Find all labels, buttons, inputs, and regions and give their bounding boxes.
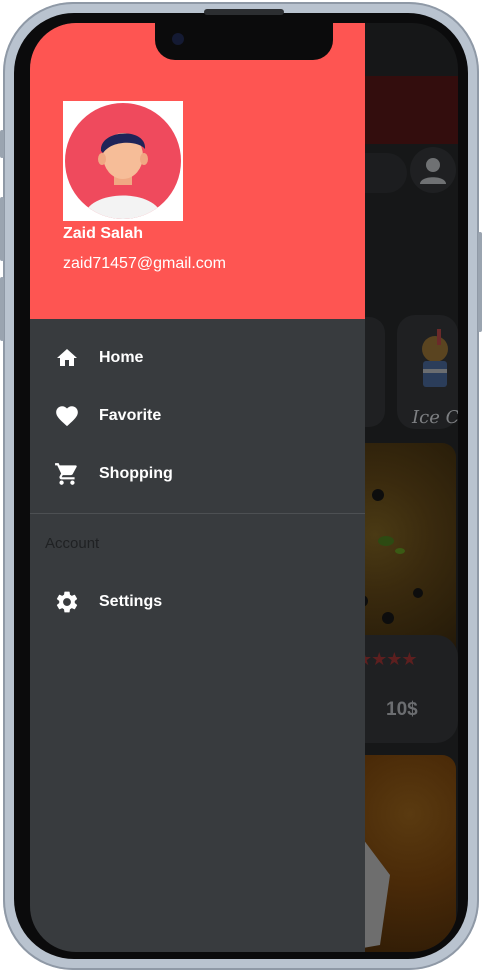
profile-button[interactable] xyxy=(410,147,456,193)
avatar-illustration xyxy=(65,103,181,219)
price-label: 10$ xyxy=(386,699,418,720)
navigation-drawer: Zaid Salah zaid71457@gmail.com Home Favo… xyxy=(30,23,365,952)
drawer-header: Zaid Salah zaid71457@gmail.com xyxy=(30,23,365,319)
profile-avatar[interactable] xyxy=(63,101,183,221)
section-label-account: Account xyxy=(45,535,100,552)
heart-icon xyxy=(54,403,80,429)
mute-switch xyxy=(0,130,4,158)
home-icon xyxy=(54,345,80,371)
menu-item-label: Home xyxy=(99,349,144,366)
divider xyxy=(30,513,365,514)
user-email: zaid71457@gmail.com xyxy=(63,255,226,272)
volume-up-button xyxy=(0,197,4,261)
menu-item-label: Favorite xyxy=(99,407,162,424)
ice-cream-icon xyxy=(422,329,448,387)
gear-icon xyxy=(54,589,80,615)
menu-item-label: Settings xyxy=(99,593,163,610)
person-icon xyxy=(420,158,446,184)
front-camera xyxy=(172,33,184,45)
rating-stars: ★★★★ xyxy=(356,649,418,669)
volume-down-button xyxy=(0,277,4,341)
menu-item-favorite[interactable]: Favorite xyxy=(30,387,365,445)
screen: Ice Cr ★★★★ 10$ xyxy=(30,23,458,952)
menu-item-shopping[interactable]: Shopping xyxy=(30,445,365,503)
menu-item-settings[interactable]: Settings xyxy=(30,573,365,631)
power-button xyxy=(478,232,482,332)
app-bar xyxy=(365,76,458,144)
phone-frame: Ice Cr ★★★★ 10$ xyxy=(0,2,482,970)
user-name: Zaid Salah xyxy=(63,225,144,242)
notch xyxy=(155,23,333,60)
menu-item-label: Shopping xyxy=(99,465,173,482)
menu-item-home[interactable]: Home xyxy=(30,329,365,387)
category-label: Ice Cr xyxy=(412,407,458,428)
earpiece-speaker xyxy=(204,9,284,15)
cart-icon xyxy=(54,461,80,487)
